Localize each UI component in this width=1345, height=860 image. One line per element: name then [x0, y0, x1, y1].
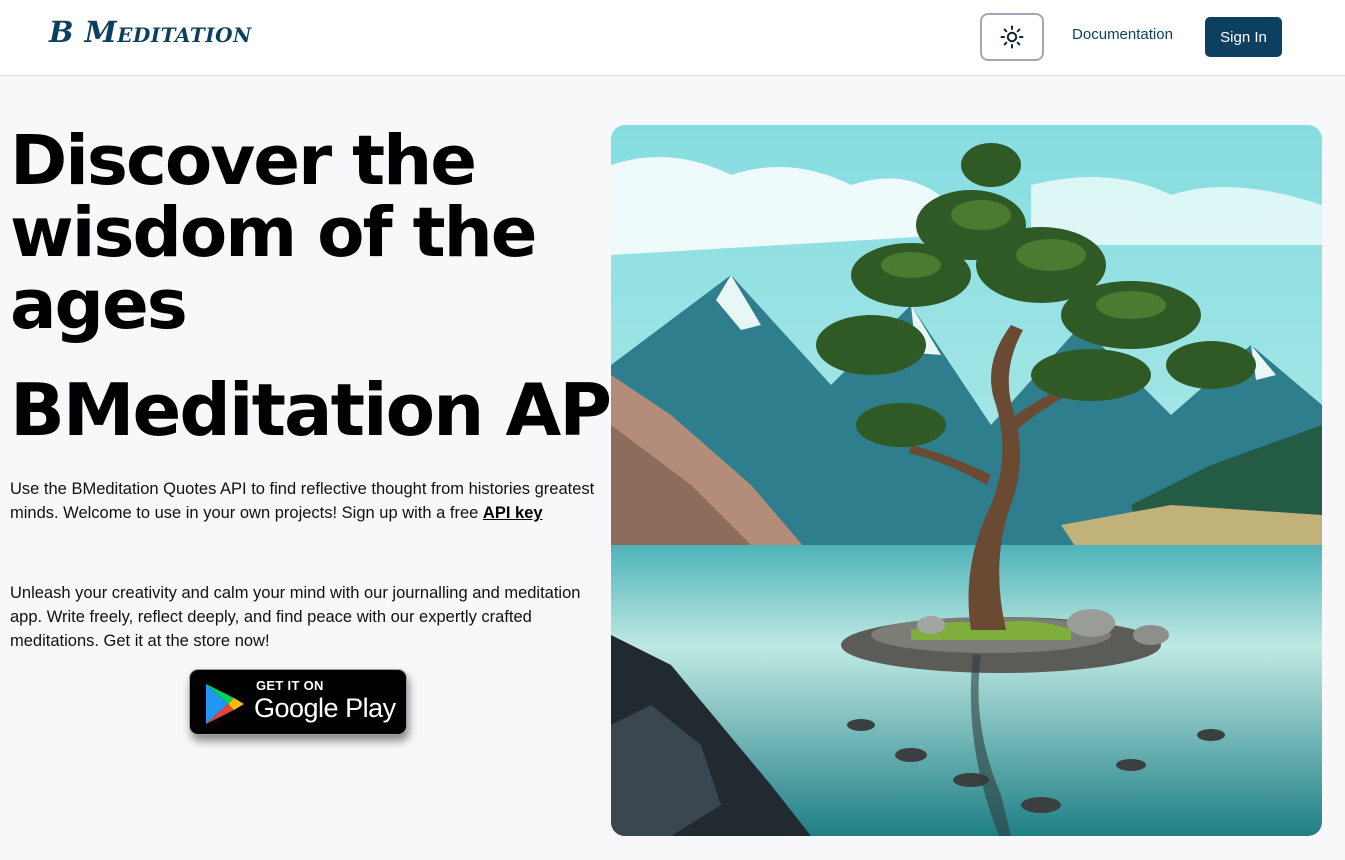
app-description: Unleash your creativity and calm your mi… — [10, 584, 581, 650]
store-badge-top-text: GET IT ON — [256, 678, 324, 693]
sun-icon — [1000, 25, 1024, 49]
google-play-icon — [206, 684, 244, 724]
api-description: Use the BMeditation Quotes API to find r… — [10, 477, 595, 525]
sign-in-button[interactable]: Sign In — [1205, 17, 1282, 57]
theme-toggle-button[interactable] — [980, 13, 1044, 61]
google-play-badge[interactable]: GET IT ON Google Play — [189, 669, 407, 735]
api-key-link[interactable]: API key — [483, 504, 543, 522]
landscape-tree-illustration — [611, 125, 1322, 836]
top-navbar: B Meditation Documentation Sign In — [0, 0, 1345, 76]
api-title: BMeditation API — [10, 368, 637, 452]
site-logo[interactable]: B Meditation — [49, 15, 252, 49]
hero-headline: Discover the wisdom of the ages — [10, 121, 538, 345]
store-badge-main-text: Google Play — [254, 693, 396, 723]
documentation-link[interactable]: Documentation — [1057, 26, 1188, 43]
